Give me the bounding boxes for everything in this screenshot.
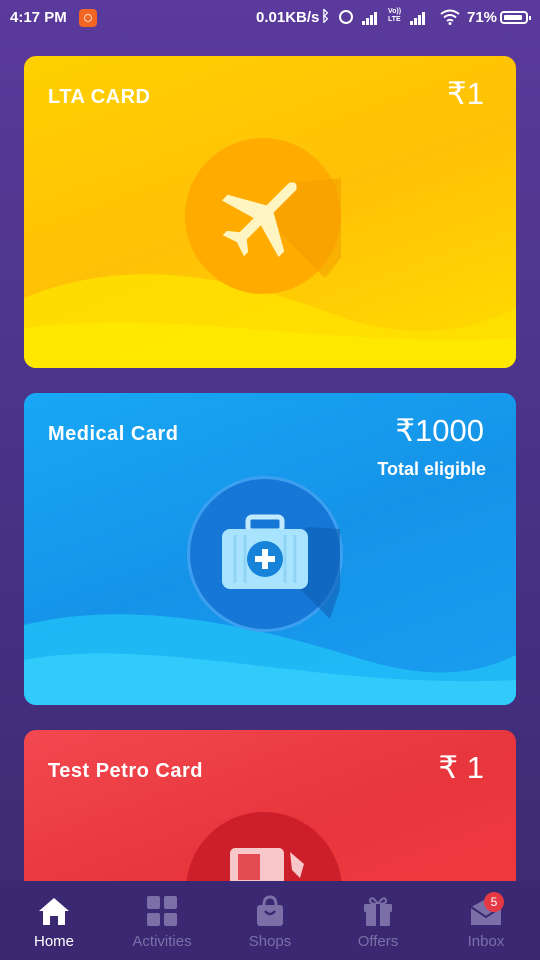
network-speed: 0.01KB/s	[256, 9, 320, 26]
medical-icon-circle	[187, 476, 343, 632]
lta-icon-circle	[185, 138, 341, 294]
gift-icon	[364, 897, 392, 926]
medical-kit-icon	[222, 514, 340, 619]
app-notification-icon	[79, 9, 97, 27]
status-time: 4:17 PM	[10, 9, 67, 26]
nav-label: Home	[33, 933, 74, 950]
bottom-navigation: Home Activities Shops Offers Inbox	[0, 881, 540, 960]
card-subtitle: Total eligible	[377, 459, 486, 479]
nav-item-home[interactable]: Home	[0, 881, 108, 960]
nav-item-offers[interactable]: Offers	[324, 881, 432, 960]
card-amount: ₹1	[447, 76, 484, 111]
nav-label: Activities	[132, 933, 192, 950]
lta-card[interactable]: LTA CARD ₹1	[24, 56, 516, 368]
card-title: Medical Card	[48, 423, 179, 445]
inbox-badge: 5	[484, 892, 504, 912]
volte-icon: Vo)) LTE	[388, 8, 402, 23]
nav-label: Shops	[248, 933, 292, 950]
shopping-bag-icon	[257, 895, 283, 926]
battery-percent: 71%	[467, 9, 498, 26]
medical-card[interactable]: Medical Card ₹1000 Total eligible	[24, 393, 516, 705]
status-bar: 4:17 PM 0.01KB/s ᛒ Vo)) LTE 71%	[0, 0, 540, 36]
nav-item-inbox[interactable]: Inbox	[432, 881, 540, 960]
card-amount: ₹ 1	[438, 750, 484, 785]
signal-icon	[362, 11, 380, 25]
battery-icon	[500, 11, 531, 24]
nav-item-activities[interactable]: Activities	[108, 881, 216, 960]
alarm-icon	[339, 10, 353, 24]
signal-icon	[410, 11, 428, 25]
bluetooth-icon: ᛒ	[321, 8, 331, 25]
nav-label: Offers	[357, 933, 399, 950]
card-title: LTA CARD	[48, 86, 151, 108]
airplane-icon	[221, 178, 341, 278]
card-amount: ₹1000	[395, 413, 484, 448]
wifi-icon	[440, 9, 460, 25]
card-title: Test Petro Card	[48, 760, 203, 782]
nav-label: Inbox	[467, 933, 505, 950]
nav-item-shops[interactable]: Shops	[216, 881, 324, 960]
grid-icon	[147, 896, 177, 926]
home-icon	[39, 898, 69, 925]
